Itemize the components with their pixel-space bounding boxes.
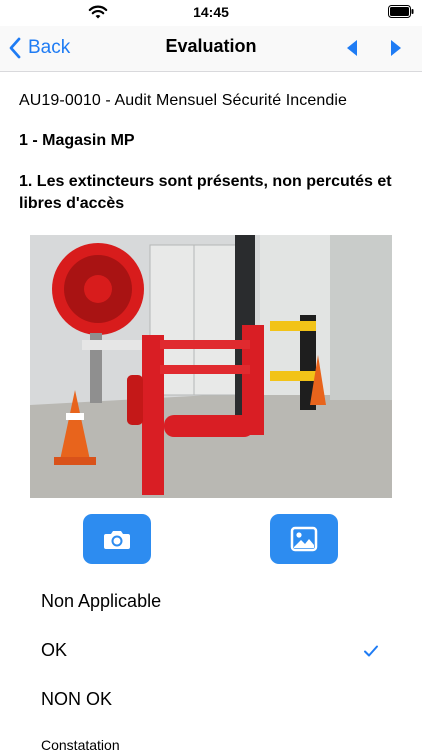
section-title: 1 - Magasin MP xyxy=(19,132,135,149)
previous-arrow-icon[interactable] xyxy=(344,38,360,58)
navigation-bar: Back Evaluation xyxy=(0,26,422,72)
photo-gallery-button[interactable] xyxy=(270,514,338,564)
constatation-label: Constatation xyxy=(41,737,120,750)
battery-icon xyxy=(388,5,414,18)
question-text: 1. Les extincteurs sont présents, non pe… xyxy=(19,173,392,212)
status-bar: 14:45 xyxy=(0,0,422,26)
option-label: OK xyxy=(41,640,68,660)
option-non-applicable[interactable]: Non Applicable xyxy=(0,579,422,627)
checkmark-icon xyxy=(364,645,378,657)
evaluation-photo[interactable] xyxy=(30,235,392,498)
take-photo-button[interactable] xyxy=(83,514,151,564)
status-time: 14:45 xyxy=(193,4,229,20)
photo-of-fire-hose-reel-and-extinguisher xyxy=(30,235,392,498)
option-label: Non Applicable xyxy=(41,591,162,611)
audit-title: AU19-0010 - Audit Mensuel Sécurité Incen… xyxy=(19,92,348,109)
image-gallery-icon xyxy=(290,526,318,552)
option-label: NON OK xyxy=(41,689,113,709)
option-non-ok[interactable]: NON OK xyxy=(0,677,422,725)
next-arrow-icon[interactable] xyxy=(388,38,404,58)
option-ok[interactable]: OK xyxy=(0,628,422,676)
camera-icon xyxy=(104,531,130,549)
